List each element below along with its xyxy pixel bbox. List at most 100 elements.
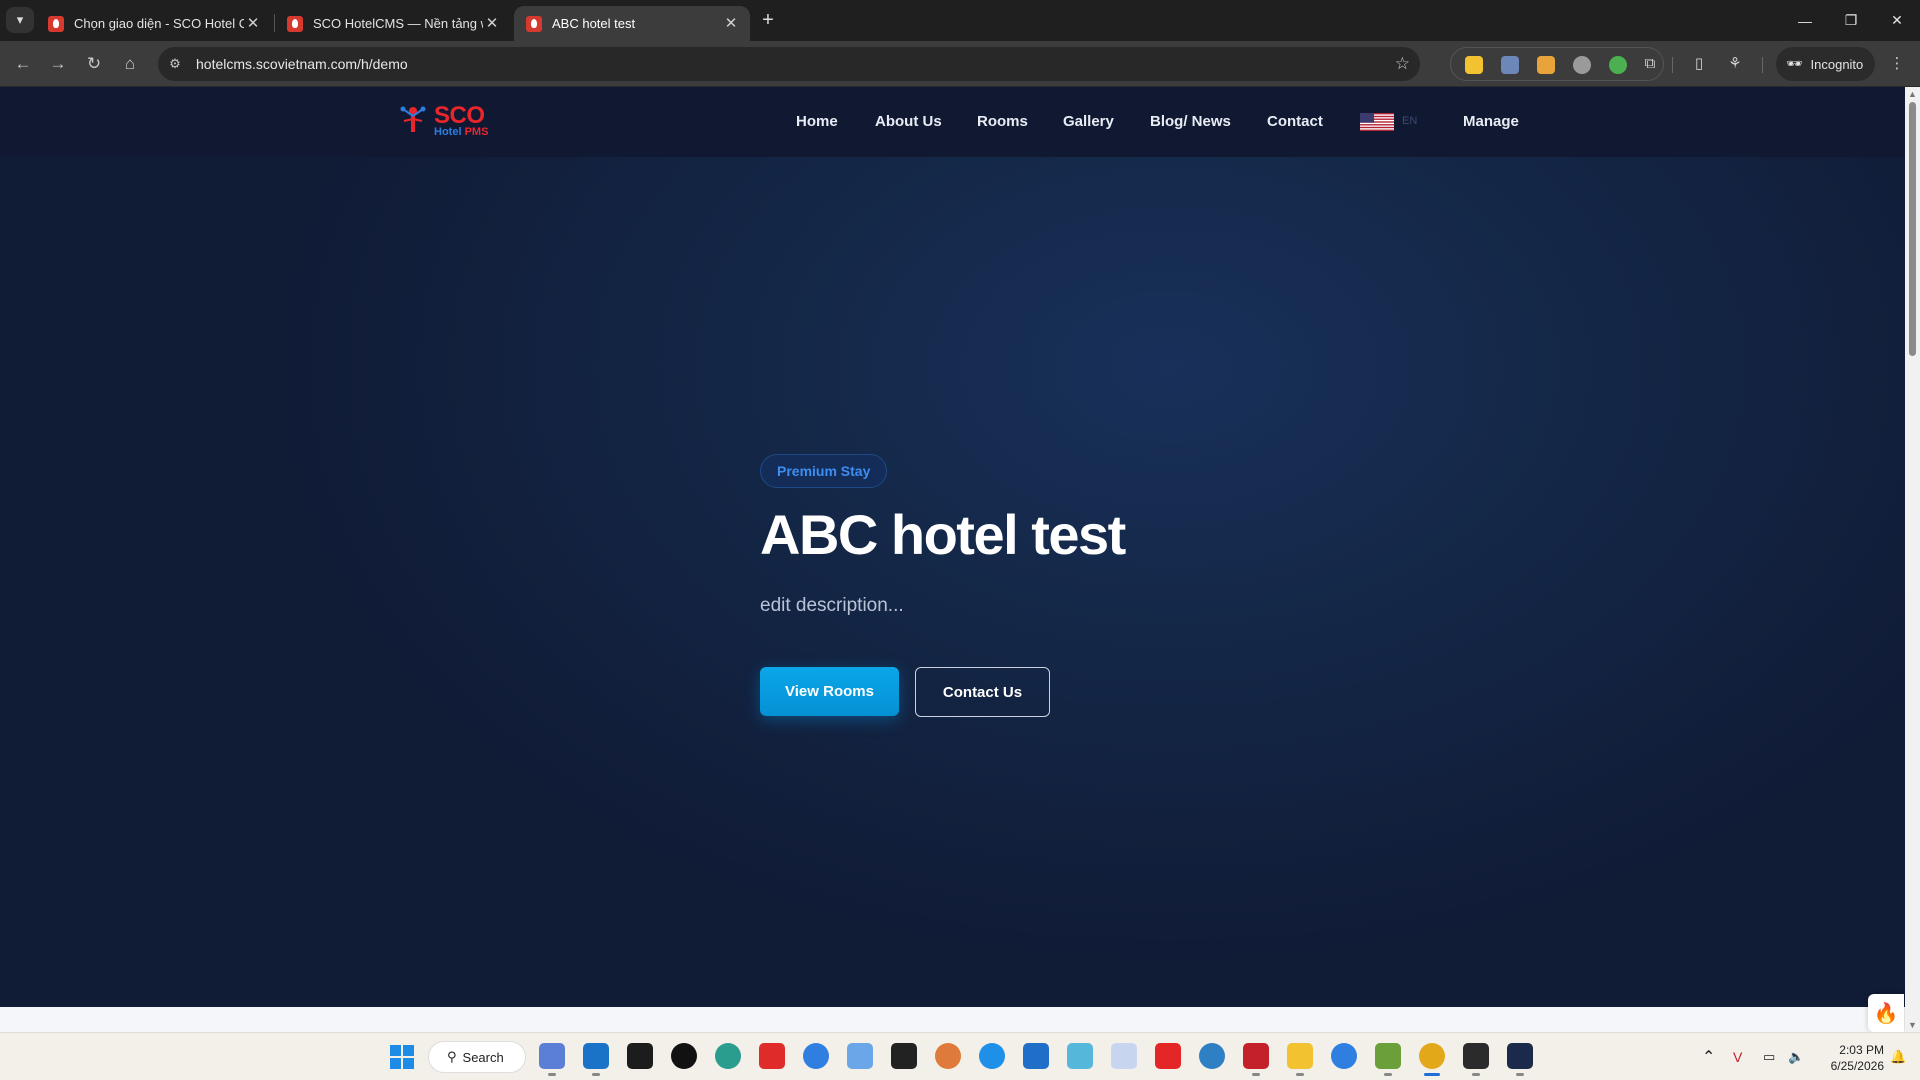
extensions-puzzle-icon[interactable]: ⧉ [1639,53,1661,75]
scroll-down-arrow-icon[interactable]: ▼ [1908,1020,1917,1030]
taskbar-app-cloud-icon[interactable] [1199,1043,1225,1069]
extension-color-icon[interactable] [1609,56,1627,74]
fire-widget-icon[interactable]: 🔥 [1868,994,1904,1032]
view-rooms-button[interactable]: View Rooms [760,667,899,716]
scroll-up-arrow-icon[interactable]: ▲ [1908,89,1917,99]
us-flag-icon[interactable] [1360,113,1394,131]
premium-badge: Premium Stay [760,454,888,488]
site-logo[interactable]: SCO Hotel PMS [400,100,495,144]
close-icon[interactable]: ✕ [244,15,262,33]
reading-list-icon[interactable]: ▯ [1688,53,1710,75]
forward-button[interactable]: → [44,50,72,78]
taskbar-app-youtube-icon[interactable] [1155,1043,1181,1069]
clock-date: 6/25/2026 [1830,1059,1884,1073]
taskbar-app-mail-icon[interactable] [1067,1043,1093,1069]
scrollbar-thumb[interactable] [1909,102,1916,356]
hero-description: edit description... [760,595,904,616]
taskbar-app-notion-icon[interactable] [891,1043,917,1069]
hero-title: ABC hotel test [760,503,1126,566]
taskbar-app-terminal-icon[interactable] [1463,1043,1489,1076]
tray-volume-icon[interactable]: 🔈 [1788,1033,1804,1080]
browser-toolbar: ← → ↻ ⌂ ⚙ hotelcms.scovietnam.com/h/demo… [0,41,1920,87]
taskbar-search-label: Search [462,1049,504,1065]
reload-button[interactable]: ↻ [80,50,108,78]
taskbar-app-zalo-icon[interactable] [803,1043,829,1069]
language-code[interactable]: EN [1402,115,1417,127]
window-close-button[interactable]: ✕ [1874,0,1920,41]
taskbar-search[interactable]: ⚲ Search [428,1041,526,1073]
taskbar-app-chrome-icon[interactable] [1419,1043,1445,1076]
sco-favicon-icon [526,15,542,32]
start-tile-icon [390,1045,401,1056]
browser-tab-1[interactable]: Chọn giao diện - SCO Hotel CMS ✕ [36,6,272,41]
extensions-group: ⧉ [1450,47,1664,81]
taskbar-app-edge-blue-icon[interactable] [979,1043,1005,1069]
nav-gallery[interactable]: Gallery [1063,113,1114,130]
nav-manage[interactable]: Manage [1463,113,1519,130]
home-icon: ⌂ [124,54,136,73]
extension-yellow-icon[interactable] [1465,56,1483,74]
taskbar-app-clickup-icon[interactable] [539,1043,565,1076]
taskbar-app-explorer-icon[interactable] [1287,1043,1313,1076]
browser-tab-2[interactable]: SCO HotelCMS — Nền tảng website ✕ [275,6,511,41]
extension-card-icon[interactable] [1501,56,1519,74]
tray-network-icon[interactable]: ▭ [1763,1033,1775,1080]
tray-antivirus-icon[interactable]: V [1733,1033,1742,1080]
address-bar[interactable]: ⚙ hotelcms.scovietnam.com/h/demo ☆ [158,47,1420,81]
tray-overflow-icon[interactable]: ⌃ [1702,1033,1715,1080]
page-viewport: SCO Hotel PMS Home About Us Rooms Galler… [0,87,1905,1007]
taskbar-app-claude-icon[interactable] [935,1043,961,1069]
taskbar-clock[interactable]: 2:03 PM 6/25/2026 [1812,1042,1884,1074]
tab-title: Chọn giao diện - SCO Hotel CMS [74,16,244,31]
nav-about-us[interactable]: About Us [875,113,942,130]
taskbar-app-recorder-icon[interactable] [671,1043,697,1069]
sco-logo-mark-icon [400,106,426,132]
nav-home[interactable]: Home [796,113,838,130]
taskbar-app-outlook-icon[interactable] [583,1043,609,1076]
incognito-icon: 🕶 [1786,56,1803,71]
browser-ai-icon[interactable]: ⚘ [1724,53,1746,75]
home-button[interactable]: ⌂ [116,50,144,78]
taskbar-app-filezilla-icon[interactable] [1243,1043,1269,1076]
windows-start-button[interactable] [390,1045,414,1069]
reload-icon: ↻ [86,54,102,73]
nav-rooms[interactable]: Rooms [977,113,1028,130]
chevron-down-icon: ▾ [16,12,24,27]
url-text[interactable]: hotelcms.scovietnam.com/h/demo [196,56,408,72]
page-scrollbar[interactable]: ▲ ▼ [1905,87,1920,1032]
tab-title: SCO HotelCMS — Nền tảng website [313,16,483,31]
back-button[interactable]: ← [9,50,37,78]
start-tile-icon [403,1045,414,1056]
browser-tab-3-active[interactable]: ABC hotel test ✕ [514,6,750,41]
menu-kebab-icon[interactable]: ⋮ [1886,53,1908,75]
close-icon[interactable]: ✕ [722,15,740,33]
nav-blog-news[interactable]: Blog/ News [1150,113,1231,130]
taskbar-app-vpn-icon[interactable] [1507,1043,1533,1076]
taskbar-app-zalo-2-icon[interactable] [1331,1043,1357,1069]
taskbar-app-vscode-icon[interactable] [1023,1043,1049,1069]
extension-camera-icon[interactable] [1573,56,1591,74]
extension-translate-icon[interactable] [1537,56,1555,74]
arrow-left-icon: ← [14,54,32,73]
contact-us-button[interactable]: Contact Us [915,667,1050,717]
taskbar-app-notepad-icon[interactable] [1375,1043,1401,1076]
minimize-button[interactable]: — [1782,0,1828,41]
taskbar-app-notes-icon[interactable] [627,1043,653,1069]
taskbar-app-edge-icon[interactable] [715,1043,741,1069]
incognito-indicator[interactable]: 🕶 Incognito [1776,47,1876,81]
taskbar-app-snipping-icon[interactable] [847,1043,873,1069]
sco-favicon-icon [287,15,303,32]
arrow-right-icon: → [49,54,67,73]
restore-button[interactable]: ❐ [1828,0,1874,41]
start-tile-icon [403,1058,414,1069]
site-info-icon[interactable]: ⚙ [158,47,192,81]
nav-contact[interactable]: Contact [1267,113,1323,130]
new-tab-button[interactable]: + [756,8,780,32]
notification-bell-icon[interactable]: 🔔 [1890,1033,1906,1080]
close-icon[interactable]: ✕ [483,15,501,33]
taskbar-app-shopee-icon[interactable] [759,1043,785,1069]
taskbar-app-slack-icon[interactable] [1111,1043,1137,1069]
tab-search-button[interactable]: ▾ [6,7,34,33]
incognito-label: Incognito [1810,56,1864,72]
bookmark-star-icon[interactable]: ☆ [1395,54,1410,74]
